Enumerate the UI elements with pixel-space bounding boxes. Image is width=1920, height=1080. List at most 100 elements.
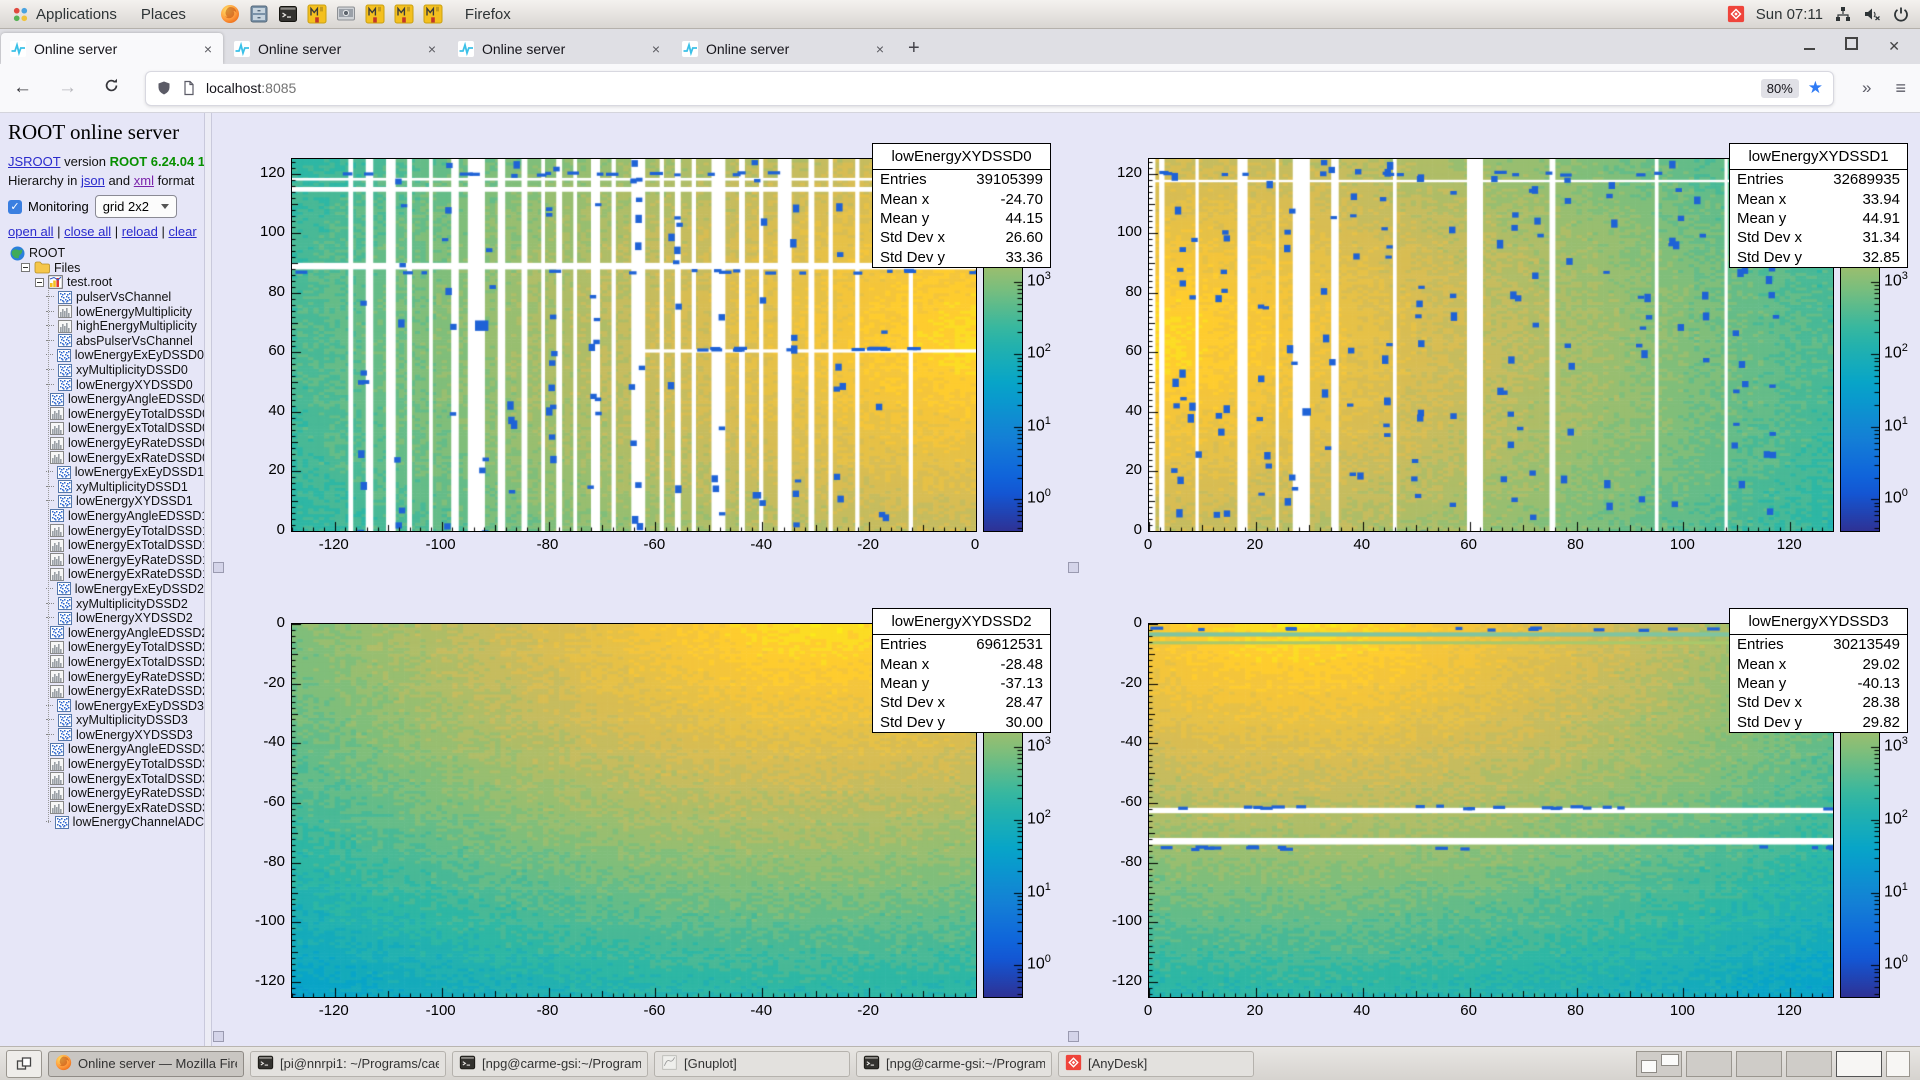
anydesk-tray-icon[interactable]	[1727, 5, 1745, 23]
grid-splitter-handle[interactable]	[213, 562, 224, 573]
json-link[interactable]: json	[81, 173, 105, 188]
volume-muted-icon[interactable]	[1863, 5, 1881, 23]
zoom-level-badge[interactable]: 80%	[1761, 79, 1799, 98]
tab-close-icon[interactable]: ×	[202, 41, 214, 57]
workspace-cell-2[interactable]	[1686, 1051, 1732, 1077]
tree-item-lowEnergyEyRateDSSD0[interactable]: lowEnergyEyRateDSSD0	[8, 436, 204, 451]
maximize-button[interactable]	[1845, 37, 1858, 55]
tree-item-lowEnergyAngleEDSSD3[interactable]: lowEnergyAngleEDSSD3	[8, 742, 204, 757]
tree-item-lowEnergyExRateDSSD3[interactable]: lowEnergyExRateDSSD3	[8, 801, 204, 816]
collapse-toggle-icon[interactable]	[21, 263, 30, 272]
tree-root[interactable]: ROOT	[8, 246, 204, 261]
tree-item-absPulserVsChannel[interactable]: absPulserVsChannel	[8, 334, 204, 349]
tree-item-lowEnergyChannelADC[interactable]: lowEnergyChannelADC	[8, 815, 204, 830]
url-bar[interactable]: localhost:8085 80% ★	[145, 71, 1834, 106]
action-reload[interactable]: reload	[122, 224, 158, 239]
action-close-all[interactable]: close all	[64, 224, 111, 239]
tree-item-xyMultiplicityDSSD2[interactable]: xyMultiplicityDSSD2	[8, 596, 204, 611]
midas-icon[interactable]	[423, 4, 443, 24]
tree-item-pulserVsChannel[interactable]: pulserVsChannel	[8, 290, 204, 305]
browser-tab-4[interactable]: Online server×	[673, 33, 895, 64]
xml-link[interactable]: xml	[134, 173, 154, 188]
clock[interactable]: Sun 07:11	[1756, 6, 1823, 23]
close-window-button[interactable]: ✕	[1888, 38, 1900, 55]
tree-item-lowEnergyEyTotalDSSD2[interactable]: lowEnergyEyTotalDSSD2	[8, 640, 204, 655]
tab-close-icon[interactable]: ×	[650, 41, 662, 57]
tree-item-xyMultiplicityDSSD3[interactable]: xyMultiplicityDSSD3	[8, 713, 204, 728]
workspace-cell-1[interactable]	[1636, 1051, 1682, 1077]
places-menu[interactable]: Places	[129, 0, 198, 28]
browser-tab-2[interactable]: Online server×	[225, 33, 447, 64]
workspace-cell-4[interactable]	[1786, 1051, 1832, 1077]
tree-item-lowEnergyExTotalDSSD2[interactable]: lowEnergyExTotalDSSD2	[8, 655, 204, 670]
tree-item-xyMultiplicityDSSD0[interactable]: xyMultiplicityDSSD0	[8, 363, 204, 378]
firefox-icon[interactable]	[220, 4, 240, 24]
jsroot-link[interactable]: JSROOT	[8, 154, 61, 169]
toolbar-overflow-icon[interactable]: »	[1852, 78, 1881, 98]
grid-splitter-handle[interactable]	[1068, 1031, 1079, 1042]
taskbar-item-1[interactable]: Online server — Mozilla Firefox	[48, 1051, 244, 1077]
files-icon[interactable]	[249, 4, 269, 24]
tree-item-lowEnergyEyRateDSSD3[interactable]: lowEnergyEyRateDSSD3	[8, 786, 204, 801]
hamburger-menu-icon[interactable]: ≡	[1881, 78, 1920, 99]
collapse-toggle-icon[interactable]	[35, 278, 44, 287]
tree-file-testroot[interactable]: test.root	[8, 275, 204, 290]
bookmark-star-icon[interactable]: ★	[1808, 78, 1823, 98]
screenshot-icon[interactable]	[336, 4, 356, 24]
reload-button[interactable]	[90, 77, 133, 100]
tree-item-xyMultiplicityDSSD1[interactable]: xyMultiplicityDSSD1	[8, 480, 204, 495]
monitoring-checkbox[interactable]: ✓	[8, 200, 22, 214]
tree-item-lowEnergyMultiplicity[interactable]: lowEnergyMultiplicity	[8, 304, 204, 319]
tree-item-lowEnergyEyTotalDSSD0[interactable]: lowEnergyEyTotalDSSD0	[8, 407, 204, 422]
minimize-button[interactable]	[1804, 37, 1815, 55]
url-text[interactable]: localhost:8085	[206, 80, 296, 96]
tree-item-lowEnergyExEyDSSD1[interactable]: lowEnergyExEyDSSD1	[8, 465, 204, 480]
tree-item-lowEnergyEyTotalDSSD1[interactable]: lowEnergyEyTotalDSSD1	[8, 523, 204, 538]
tree-item-lowEnergyAngleEDSSD2[interactable]: lowEnergyAngleEDSSD2	[8, 625, 204, 640]
workspace-cell-active[interactable]	[1836, 1051, 1882, 1077]
tree-item-lowEnergyExRateDSSD0[interactable]: lowEnergyExRateDSSD0	[8, 450, 204, 465]
browser-tab-3[interactable]: Online server×	[449, 33, 671, 64]
tree-item-lowEnergyEyTotalDSSD3[interactable]: lowEnergyEyTotalDSSD3	[8, 757, 204, 772]
new-tab-button[interactable]: +	[896, 37, 932, 64]
applications-menu[interactable]: Applications	[0, 0, 129, 28]
tree-item-lowEnergyEyRateDSSD1[interactable]: lowEnergyEyRateDSSD1	[8, 552, 204, 567]
action-clear[interactable]: clear	[168, 224, 196, 239]
tab-close-icon[interactable]: ×	[426, 41, 438, 57]
workspace-cell-3[interactable]	[1736, 1051, 1782, 1077]
tree-item-lowEnergyXYDSSD2[interactable]: lowEnergyXYDSSD2	[8, 611, 204, 626]
midas-icon[interactable]	[307, 4, 327, 24]
tree-item-lowEnergyExTotalDSSD1[interactable]: lowEnergyExTotalDSSD1	[8, 538, 204, 553]
power-icon[interactable]	[1892, 5, 1910, 23]
tree-item-lowEnergyXYDSSD3[interactable]: lowEnergyXYDSSD3	[8, 728, 204, 743]
tree-item-highEnergyMultiplicity[interactable]: highEnergyMultiplicity	[8, 319, 204, 334]
terminal-icon[interactable]	[278, 4, 298, 24]
page-info-icon[interactable]	[181, 80, 197, 96]
network-icon[interactable]	[1834, 5, 1852, 23]
tree-item-lowEnergyExTotalDSSD0[interactable]: lowEnergyExTotalDSSD0	[8, 421, 204, 436]
sidebar-scrollbar[interactable]	[204, 112, 212, 1046]
tree-item-lowEnergyAngleEDSSD0[interactable]: lowEnergyAngleEDSSD0	[8, 392, 204, 407]
tree-item-lowEnergyExTotalDSSD3[interactable]: lowEnergyExTotalDSSD3	[8, 771, 204, 786]
forward-button[interactable]: →	[45, 77, 90, 99]
tab-close-icon[interactable]: ×	[874, 41, 886, 57]
browser-tab-1[interactable]: Online server×	[1, 33, 223, 64]
midas-icon[interactable]	[365, 4, 385, 24]
taskbar-item-5[interactable]: [npg@carme-gsi:~/Programs/CAR...	[856, 1051, 1052, 1077]
tree-item-lowEnergyExEyDSSD2[interactable]: lowEnergyExEyDSSD2	[8, 582, 204, 597]
taskbar-item-2[interactable]: [pi@nnrpi1: ~/Programs/caenlogg...	[250, 1051, 446, 1077]
taskbar-item-3[interactable]: [npg@carme-gsi:~/Programs/caenl...	[452, 1051, 648, 1077]
tree-item-lowEnergyXYDSSD0[interactable]: lowEnergyXYDSSD0	[8, 377, 204, 392]
tree-item-lowEnergyEyRateDSSD2[interactable]: lowEnergyEyRateDSSD2	[8, 669, 204, 684]
taskbar-item-4[interactable]: [Gnuplot]	[654, 1051, 850, 1077]
taskbar-item-6[interactable]: [AnyDesk]	[1058, 1051, 1254, 1077]
show-desktop-cell[interactable]	[1886, 1051, 1910, 1077]
back-button[interactable]: ←	[0, 77, 45, 99]
grid-splitter-handle[interactable]	[1068, 562, 1079, 573]
tree-item-lowEnergyExRateDSSD1[interactable]: lowEnergyExRateDSSD1	[8, 567, 204, 582]
tree-item-lowEnergyExEyDSSD0[interactable]: lowEnergyExEyDSSD0	[8, 348, 204, 363]
layout-select[interactable]: grid 2x2	[95, 195, 177, 218]
midas-icon[interactable]	[394, 4, 414, 24]
tree-item-lowEnergyExEyDSSD3[interactable]: lowEnergyExEyDSSD3	[8, 698, 204, 713]
tree-folder-files[interactable]: Files	[8, 261, 204, 276]
